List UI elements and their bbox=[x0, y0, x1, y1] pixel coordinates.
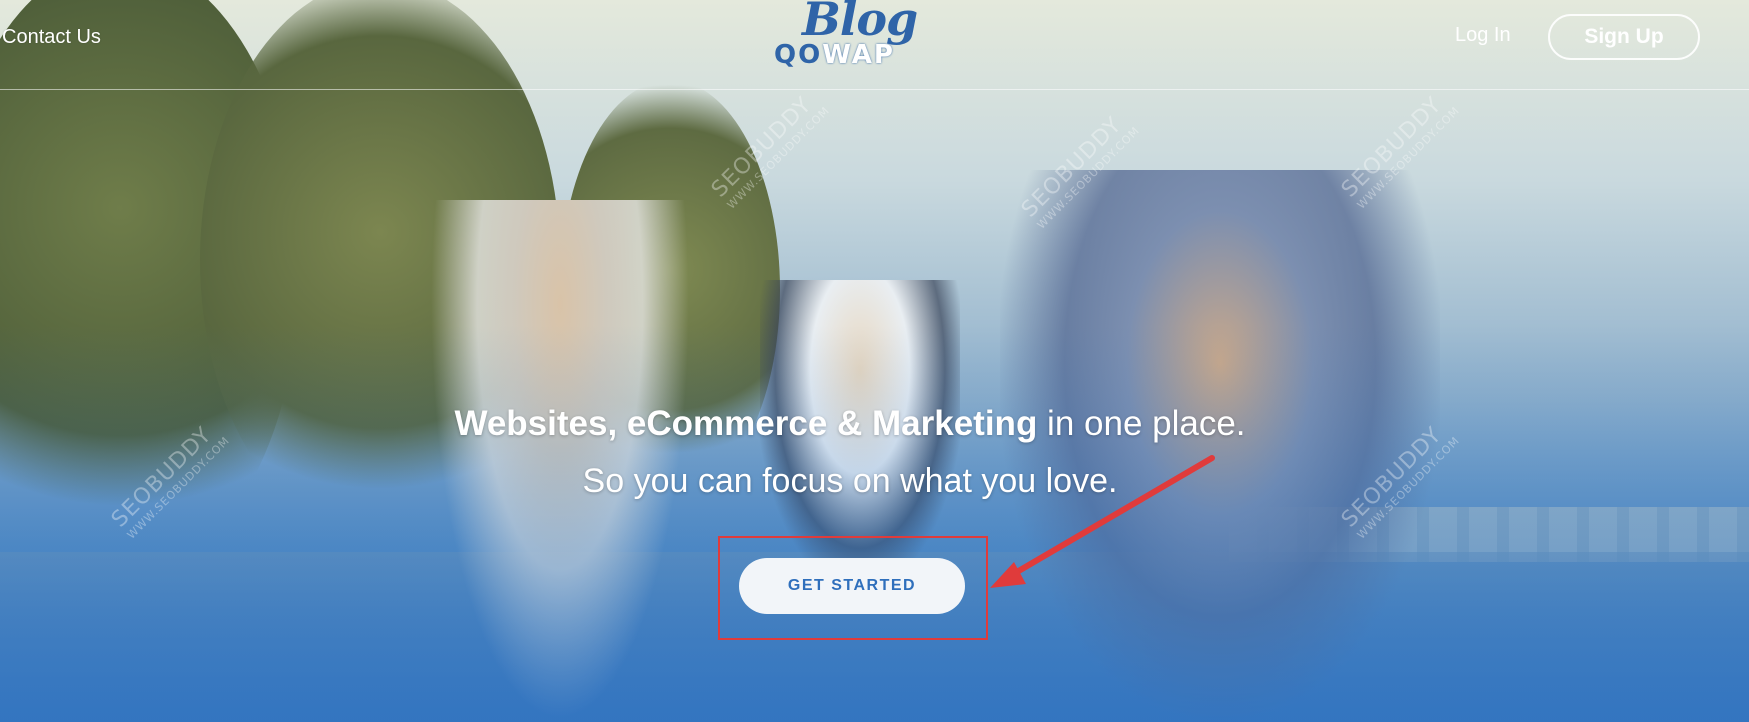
hero-headline: Websites, eCommerce & Marketing in one p… bbox=[0, 404, 1700, 444]
hero-section: SEOBUDDY WWW.SEOBUDDY.COM SEOBUDDY WWW.SEO… bbox=[0, 0, 1749, 722]
headline-rest: in one place. bbox=[1037, 404, 1246, 443]
logo-wordmark-part1: QO bbox=[774, 40, 823, 70]
logo-wordmark: QOWAP bbox=[774, 40, 895, 70]
logo-wordmark-part2: WAP bbox=[822, 40, 895, 70]
headline-bold: Websites, eCommerce & Marketing bbox=[454, 404, 1038, 443]
login-link[interactable]: Log In bbox=[1455, 24, 1511, 47]
hero-subline: So you can focus on what you love. bbox=[582, 462, 1118, 500]
signup-button[interactable]: Sign Up bbox=[1548, 14, 1700, 60]
header-divider bbox=[0, 89, 1749, 90]
get-started-button[interactable]: GET STARTED bbox=[739, 558, 965, 614]
contact-us-link[interactable]: Contact Us bbox=[2, 26, 101, 49]
site-logo[interactable]: Blog QOWAP bbox=[772, 0, 932, 70]
